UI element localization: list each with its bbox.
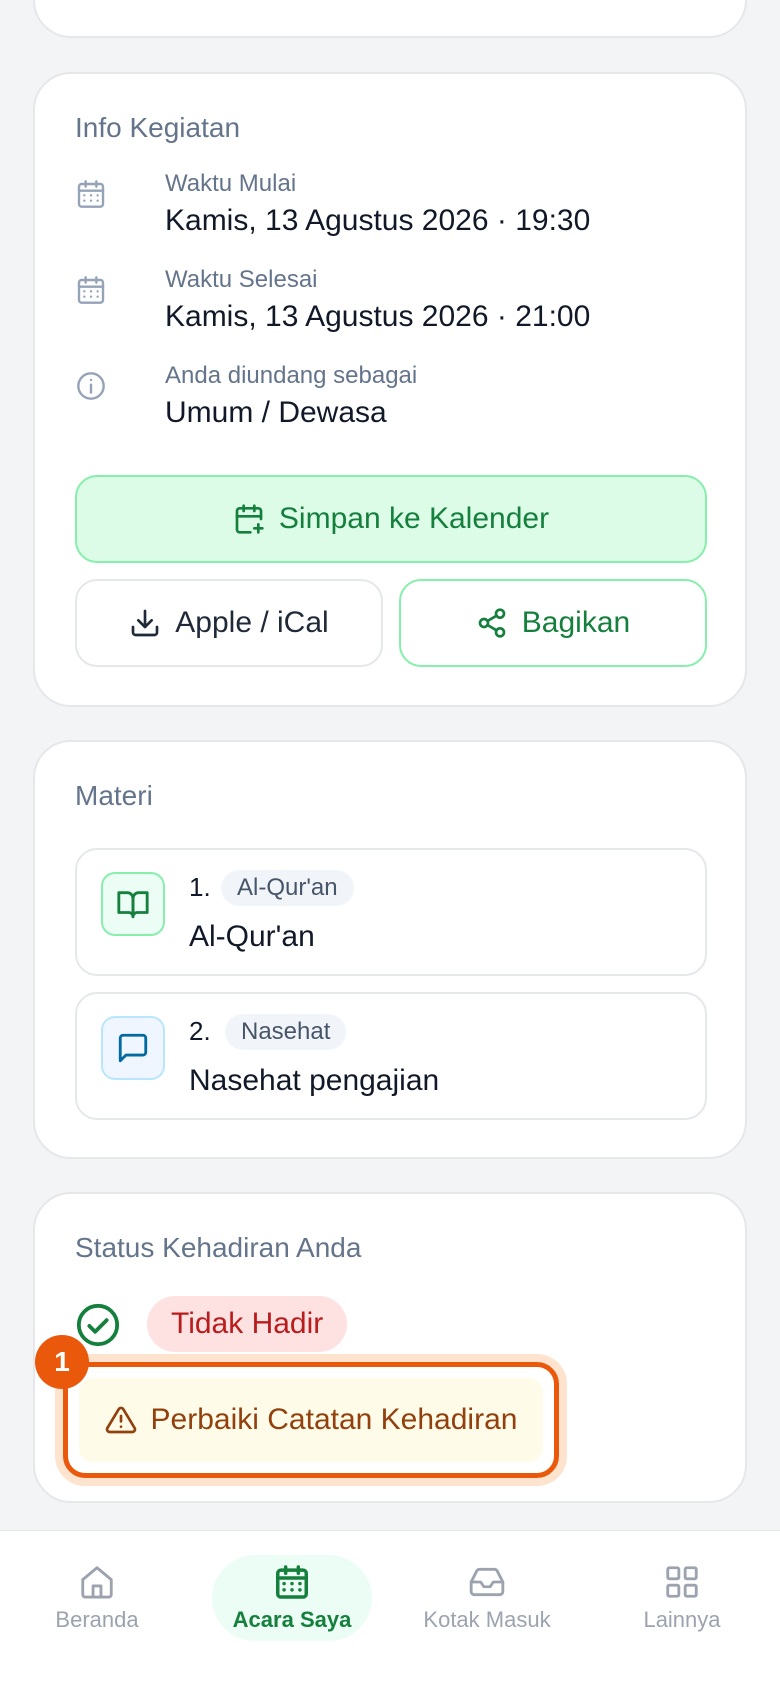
materi-title-text: Al-Qur'an: [189, 920, 315, 953]
nav-item-beranda[interactable]: Beranda: [17, 1555, 177, 1641]
inbox-icon: [469, 1567, 505, 1597]
calendar-plus-icon: [235, 504, 264, 534]
previous-card: [33, 0, 747, 38]
share-icon: [478, 608, 506, 638]
materi-item[interactable]: 1. Al-Qur'an Al-Qur'an: [75, 848, 707, 976]
nav-label: Beranda: [55, 1607, 139, 1632]
nav-item-lainnya[interactable]: Lainnya: [602, 1555, 762, 1641]
materi-tag: Nasehat: [225, 1014, 347, 1050]
warning-icon: [105, 1406, 136, 1434]
materi-tag: Al-Qur'an: [221, 870, 354, 906]
end-time-row: Waktu Selesai Kamis, 13 Agustus 2026 · 2…: [75, 266, 695, 346]
share-label: Bagikan: [521, 606, 631, 639]
invited-as-label: Anda diundang sebagai: [165, 362, 418, 389]
attendance-title: Status Kehadiran Anda: [75, 1232, 362, 1263]
save-to-calendar-button[interactable]: Simpan ke Kalender: [75, 475, 707, 563]
share-button[interactable]: Bagikan: [399, 579, 707, 667]
check-circle-icon: [76, 1303, 120, 1347]
materi-title: Materi: [75, 780, 153, 811]
home-icon: [81, 1566, 113, 1599]
materi-number: 1.: [189, 872, 211, 902]
end-time-value: Kamis, 13 Agustus 2026 · 21:00: [165, 300, 591, 333]
apple-ical-button[interactable]: Apple / iCal: [75, 579, 383, 667]
end-time-label: Waktu Selesai: [165, 266, 318, 293]
materi-number: 2.: [189, 1016, 211, 1046]
book-open-icon: [117, 891, 149, 919]
fix-attendance-label: Perbaiki Catatan Kehadiran: [150, 1403, 518, 1436]
step-marker: 1: [35, 1335, 89, 1389]
nav-label: Acara Saya: [232, 1607, 352, 1632]
nav-label: Lainnya: [643, 1607, 721, 1632]
fix-attendance-button[interactable]: Perbaiki Catatan Kehadiran: [79, 1378, 543, 1462]
message-square-icon: [118, 1033, 148, 1063]
nav-item-kotak-masuk[interactable]: Kotak Masuk: [407, 1555, 567, 1641]
info-title: Info Kegiatan: [75, 112, 241, 143]
apple-ical-label: Apple / iCal: [175, 606, 329, 639]
status-badge: Tidak Hadir: [147, 1296, 348, 1352]
download-icon: [131, 609, 159, 637]
start-time-row: Waktu Mulai Kamis, 13 Agustus 2026 · 19:…: [75, 170, 695, 250]
calendar-icon: [77, 276, 105, 304]
materi-title-text: Nasehat pengajian: [189, 1064, 440, 1097]
grid-icon: [666, 1566, 698, 1598]
start-time-label: Waktu Mulai: [165, 170, 297, 197]
info-card: Info Kegiatan Waktu Mulai Kamis, 13 Agus…: [33, 72, 747, 707]
bottom-nav: Beranda Acara Saya Kotak Masuk Lainnya: [0, 1530, 780, 1688]
materi-icon-box: [101, 1016, 165, 1080]
invited-as-value: Umum / Dewasa: [165, 396, 387, 429]
save-to-calendar-label: Simpan ke Kalender: [278, 502, 550, 535]
materi-card: Materi 1. Al-Qur'an Al-Qur'an 2. Nasehat…: [33, 740, 747, 1159]
materi-icon-box: [101, 872, 165, 936]
start-time-value: Kamis, 13 Agustus 2026 · 19:30: [165, 204, 591, 237]
materi-item[interactable]: 2. Nasehat Nasehat pengajian: [75, 992, 707, 1120]
calendar-icon: [276, 1565, 308, 1599]
calendar-icon: [77, 180, 105, 208]
info-icon: [77, 372, 105, 400]
attendance-card: Status Kehadiran Anda Tidak Hadir Perbai…: [33, 1192, 747, 1503]
nav-label: Kotak Masuk: [423, 1607, 551, 1632]
invited-as-row: Anda diundang sebagai Umum / Dewasa: [75, 362, 695, 442]
nav-item-acara-saya[interactable]: Acara Saya: [212, 1555, 372, 1641]
page: Info Kegiatan Waktu Mulai Kamis, 13 Agus…: [0, 0, 780, 1688]
